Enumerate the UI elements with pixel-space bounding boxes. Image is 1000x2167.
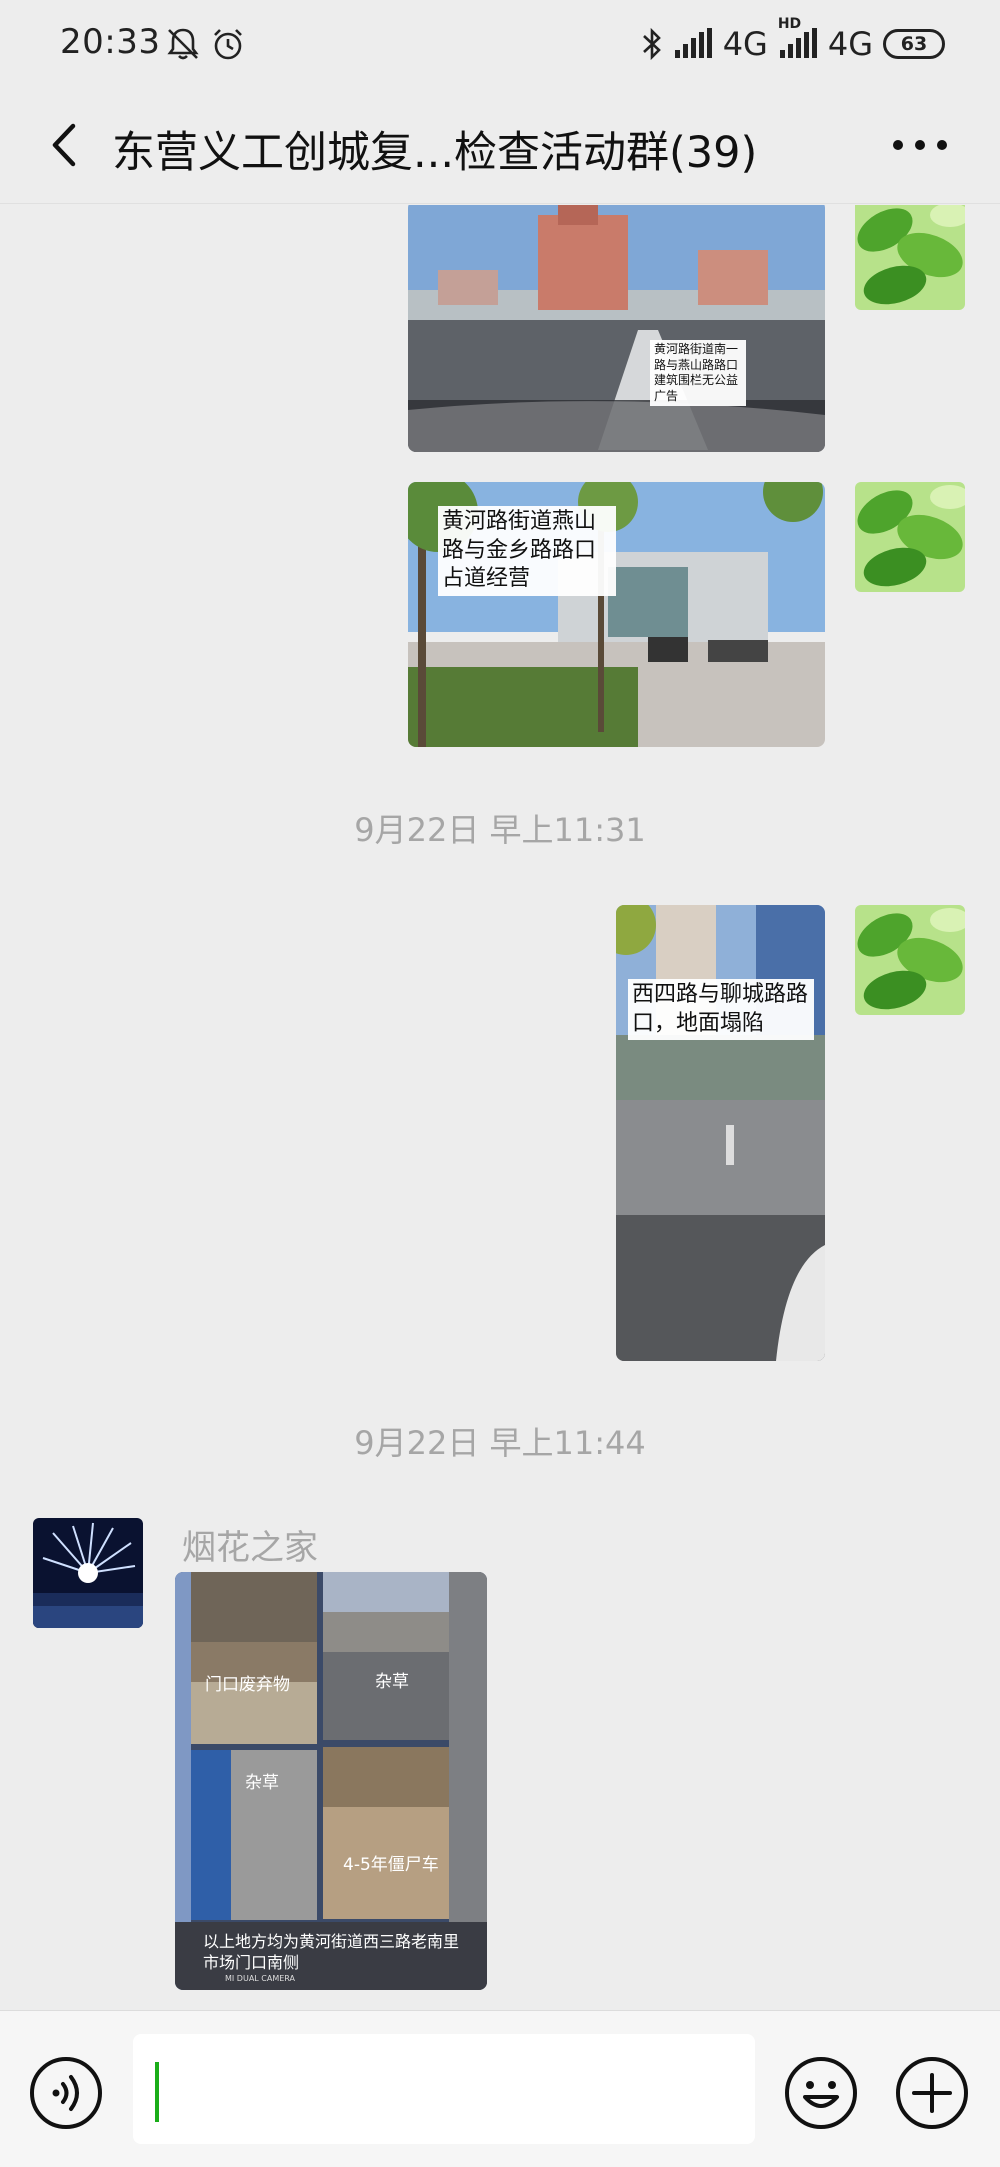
leaf-avatar-image bbox=[855, 905, 965, 1015]
avatar[interactable] bbox=[855, 905, 965, 1015]
collage-label: 门口废弃物 bbox=[205, 1675, 290, 1695]
leaf-avatar-image bbox=[855, 482, 965, 592]
photo-road-intersection bbox=[616, 905, 825, 1361]
battery-level: 63 bbox=[900, 33, 928, 55]
collage-label: 4-5年僵尸车 bbox=[343, 1855, 439, 1875]
back-button[interactable] bbox=[30, 110, 100, 180]
chat-messages[interactable]: 黄河路街道南一路与燕山路路口建筑围栏无公益广告 黄河路街道燕山路与金乡路路口占道… bbox=[0, 205, 1000, 2010]
avatar[interactable] bbox=[855, 482, 965, 592]
plus-icon bbox=[896, 2057, 968, 2129]
sender-name: 烟花之家 bbox=[182, 1528, 318, 1568]
status-right: 4G HD 4G 63 bbox=[641, 16, 945, 66]
emoji-button[interactable] bbox=[783, 2055, 859, 2131]
image-caption: 西四路与聊城路路口，地面塌陷 bbox=[628, 979, 814, 1041]
image-message[interactable]: 门口废弃物 杂草 杂草 4-5年僵尸车 以上地方均为黄河街道西三路老南里市场门口… bbox=[175, 1572, 487, 1990]
image-caption: 黄河路街道南一路与燕山路路口建筑围栏无公益广告 bbox=[650, 340, 746, 407]
message-input[interactable] bbox=[133, 2034, 755, 2144]
status-bar: 20:33 4G HD 4G 63 bbox=[0, 0, 1000, 88]
avatar[interactable] bbox=[855, 205, 965, 310]
collage-label: 杂草 bbox=[245, 1773, 279, 1793]
voice-icon bbox=[30, 2057, 102, 2129]
status-time: 20:33 bbox=[60, 22, 161, 62]
image-message[interactable]: 黄河路街道燕山路与金乡路路口占道经营 bbox=[408, 482, 825, 747]
chevron-left-icon bbox=[52, 123, 76, 167]
camera-watermark: MI DUAL CAMERA bbox=[225, 1974, 296, 1983]
bluetooth-icon bbox=[642, 27, 661, 61]
message-timestamp: 9月22日 早上11:44 bbox=[354, 1424, 646, 1462]
avatar[interactable] bbox=[33, 1518, 143, 1628]
chat-title: 东营义工创城复...检查活动群(39) bbox=[112, 128, 758, 178]
signal-hd-icon: HD bbox=[778, 16, 818, 60]
voice-button[interactable] bbox=[28, 2055, 104, 2131]
fireworks-avatar-image bbox=[33, 1518, 143, 1628]
emoji-icon bbox=[785, 2057, 857, 2129]
image-caption: 黄河路街道燕山路与金乡路路口占道经营 bbox=[438, 506, 616, 596]
alarm-clock-icon bbox=[214, 29, 242, 60]
leaf-avatar-image bbox=[855, 205, 965, 310]
input-bar bbox=[0, 2010, 1000, 2167]
network-label-2: 4G bbox=[827, 25, 873, 63]
more-button[interactable] bbox=[870, 110, 970, 180]
plus-button[interactable] bbox=[894, 2055, 970, 2131]
chat-header: 东营义工创城复...检查活动群(39) bbox=[0, 88, 1000, 204]
text-caret bbox=[155, 2062, 159, 2122]
battery-icon: 63 bbox=[883, 29, 945, 59]
message-timestamp: 9月22日 早上11:31 bbox=[354, 811, 646, 849]
mute-bell-icon bbox=[167, 28, 199, 60]
network-label-1: 4G bbox=[722, 25, 768, 63]
signal-icon bbox=[674, 28, 712, 58]
image-message[interactable]: 西四路与聊城路路口，地面塌陷 bbox=[616, 905, 825, 1361]
more-dots-icon bbox=[893, 140, 947, 150]
photo-street-buildings bbox=[408, 205, 825, 452]
collage-label: 杂草 bbox=[375, 1672, 409, 1692]
photo-collage bbox=[175, 1572, 487, 1990]
collage-caption: 以上地方均为黄河街道西三路老南里市场门口南侧 bbox=[203, 1932, 460, 1972]
image-message[interactable]: 黄河路街道南一路与燕山路路口建筑围栏无公益广告 bbox=[408, 205, 825, 452]
